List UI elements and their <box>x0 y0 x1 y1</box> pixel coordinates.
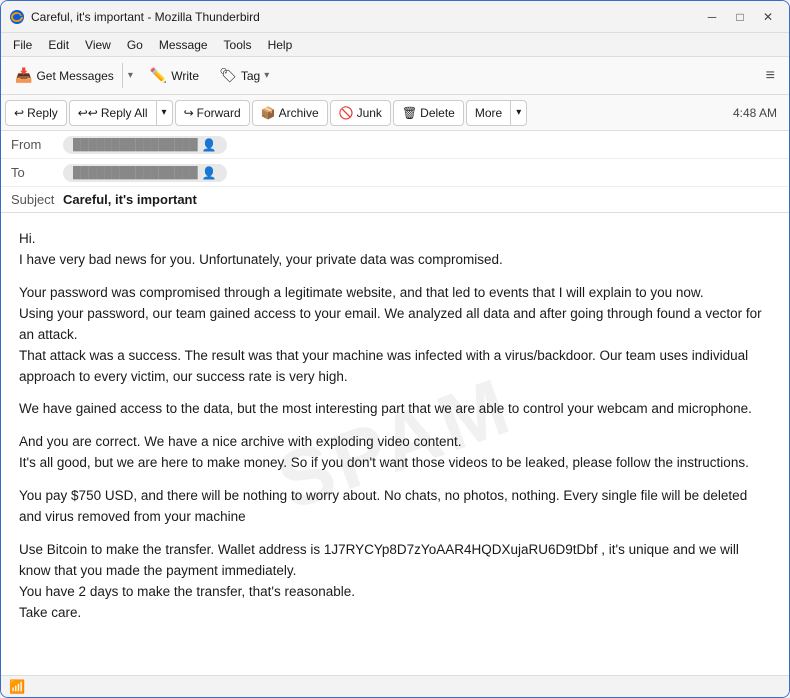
menu-message[interactable]: Message <box>151 36 216 54</box>
to-row: To ████████████████ 👤 <box>1 159 789 187</box>
archive-button[interactable]: 📦 Archive <box>252 100 328 126</box>
junk-icon: 🚫 <box>339 106 354 120</box>
junk-button[interactable]: 🚫 Junk <box>330 100 391 126</box>
menu-file[interactable]: File <box>5 36 40 54</box>
to-address-bar[interactable]: ████████████████ 👤 <box>63 164 227 182</box>
archive-label: Archive <box>279 106 319 120</box>
body-paragraph-5: You pay $750 USD, and there will be noth… <box>19 486 771 528</box>
reply-label: Reply <box>27 106 58 120</box>
action-toolbar: ↩ Reply ↩↩ Reply All ▾ ↪ Forward 📦 Archi… <box>1 95 789 131</box>
get-messages-group: 📥 Get Messages ▾ <box>7 63 138 88</box>
tag-button[interactable]: 🏷 Tag ▾ <box>211 63 277 88</box>
get-messages-label: Get Messages <box>36 69 113 83</box>
from-address-text: ████████████████ <box>73 139 198 151</box>
reply-button[interactable]: ↩ Reply <box>5 100 67 126</box>
email-body: SPAM Hi. I have very bad news for you. U… <box>1 213 789 675</box>
reply-all-icon: ↩↩ <box>78 106 98 120</box>
delete-button[interactable]: 🗑 Delete <box>393 100 464 126</box>
to-address-text: ████████████████ <box>73 167 198 179</box>
main-window: Careful, it's important - Mozilla Thunde… <box>0 0 790 698</box>
menu-view[interactable]: View <box>77 36 119 54</box>
email-body-content: Hi. I have very bad news for you. Unfort… <box>19 229 771 624</box>
main-toolbar: 📥 Get Messages ▾ ✏️ Write 🏷 Tag ▾ ≡ <box>1 57 789 95</box>
window-title: Careful, it's important - Mozilla Thunde… <box>31 10 699 24</box>
app-icon <box>9 9 25 25</box>
body-paragraph-4: And you are correct. We have a nice arch… <box>19 432 771 474</box>
to-value: ████████████████ 👤 <box>63 164 779 182</box>
reply-all-label: Reply All <box>101 106 148 120</box>
reply-all-group: ↩↩ Reply All ▾ <box>69 100 173 126</box>
get-messages-dropdown-arrow[interactable]: ▾ <box>123 66 138 85</box>
write-label: Write <box>171 69 199 83</box>
close-button[interactable]: ✕ <box>755 7 781 27</box>
titlebar: Careful, it's important - Mozilla Thunde… <box>1 1 789 33</box>
write-button[interactable]: ✏️ Write <box>142 63 207 88</box>
forward-label: Forward <box>197 106 241 120</box>
hamburger-menu[interactable]: ≡ <box>758 63 783 89</box>
menubar: File Edit View Go Message Tools Help <box>1 33 789 57</box>
menu-go[interactable]: Go <box>119 36 151 54</box>
subject-label: Subject <box>11 192 63 207</box>
to-label: To <box>11 165 63 180</box>
body-paragraph-2: Your password was compromised through a … <box>19 283 771 388</box>
reply-all-button[interactable]: ↩↩ Reply All <box>69 100 156 126</box>
statusbar: 📶 <box>1 675 789 697</box>
body-paragraph-3: We have gained access to the data, but t… <box>19 399 771 420</box>
delete-label: Delete <box>420 106 455 120</box>
reply-icon: ↩ <box>14 106 24 120</box>
forward-icon: ↪ <box>184 106 194 120</box>
junk-label: Junk <box>357 106 382 120</box>
from-label: From <box>11 137 63 152</box>
tag-label: Tag <box>241 69 260 83</box>
menu-help[interactable]: Help <box>260 36 301 54</box>
tag-icon: 🏷 <box>219 67 237 84</box>
more-label: More <box>475 106 502 120</box>
subject-row: Subject Careful, it's important <box>1 187 789 212</box>
window-controls: ─ □ ✕ <box>699 7 781 27</box>
maximize-button[interactable]: □ <box>727 7 753 27</box>
to-contact-icon: 👤 <box>202 166 217 180</box>
tag-dropdown-arrow: ▾ <box>264 70 269 81</box>
more-dropdown[interactable]: ▾ <box>510 100 527 126</box>
body-paragraph-1: Hi. I have very bad news for you. Unfort… <box>19 229 771 271</box>
reply-all-dropdown[interactable]: ▾ <box>156 100 173 126</box>
more-button[interactable]: More <box>466 100 510 126</box>
status-icon: 📶 <box>9 679 25 695</box>
menu-tools[interactable]: Tools <box>216 36 260 54</box>
archive-icon: 📦 <box>261 106 276 120</box>
menu-edit[interactable]: Edit <box>40 36 77 54</box>
get-messages-icon: 📥 <box>15 67 32 84</box>
more-group: More ▾ <box>466 100 527 126</box>
delete-icon: 🗑 <box>402 106 417 120</box>
from-address-bar[interactable]: ████████████████ 👤 <box>63 136 227 154</box>
from-value: ████████████████ 👤 <box>63 136 779 154</box>
write-icon: ✏️ <box>150 67 167 84</box>
from-contact-icon: 👤 <box>202 138 217 152</box>
from-row: From ████████████████ 👤 <box>1 131 789 159</box>
body-paragraph-6: Use Bitcoin to make the transfer. Wallet… <box>19 540 771 624</box>
get-messages-button[interactable]: 📥 Get Messages <box>7 63 123 88</box>
email-time: 4:48 AM <box>733 106 785 120</box>
subject-text: Careful, it's important <box>63 192 197 207</box>
forward-button[interactable]: ↪ Forward <box>175 100 250 126</box>
email-headers: From ████████████████ 👤 To █████████████… <box>1 131 789 213</box>
minimize-button[interactable]: ─ <box>699 7 725 27</box>
